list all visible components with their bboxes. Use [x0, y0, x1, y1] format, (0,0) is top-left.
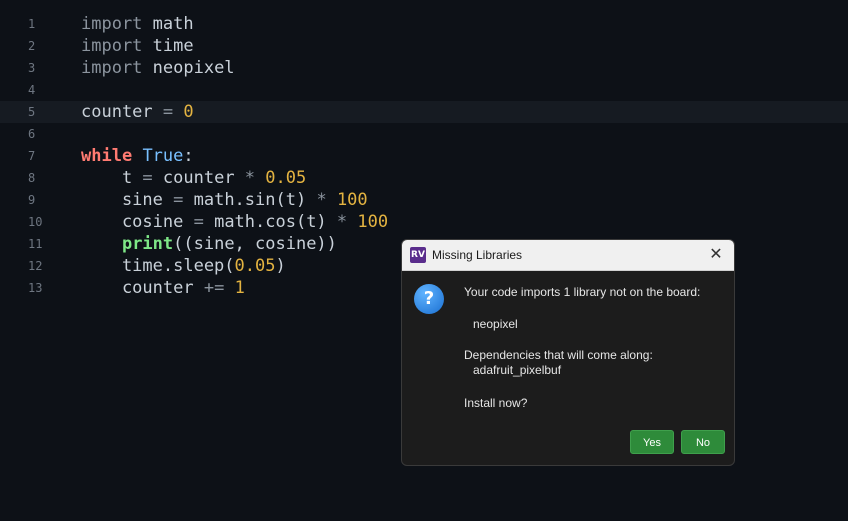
code-token: math.cos(t) — [203, 212, 337, 232]
code-token: import — [81, 36, 143, 56]
code-text[interactable]: import time — [81, 35, 194, 57]
app-logo-icon: RV — [410, 247, 426, 263]
code-token: math — [142, 14, 194, 34]
code-line[interactable]: 3 import neopixel — [0, 57, 848, 79]
dependencies-label: Dependencies that will come along: — [464, 348, 653, 362]
code-token: : — [183, 146, 194, 166]
code-token: 100 — [336, 190, 368, 210]
dependency-name: adafruit_pixelbuf — [473, 363, 562, 377]
code-token: 1 — [234, 278, 245, 298]
no-button[interactable]: No — [681, 430, 725, 454]
code-text[interactable]: import neopixel — [81, 57, 235, 79]
line-number: 12 — [28, 259, 43, 273]
code-line[interactable]: 1 import math — [0, 13, 848, 35]
code-token: neopixel — [142, 58, 235, 78]
code-line[interactable]: 10 cosine = math.cos(t) * 100 — [0, 211, 848, 233]
dialog-titlebar: RV Missing Libraries ✕ — [402, 240, 734, 271]
code-token: * — [316, 190, 327, 210]
line-number: 13 — [28, 281, 43, 295]
code-line[interactable]: 7 while True: — [0, 145, 848, 167]
code-text[interactable]: import math — [81, 13, 194, 35]
code-text[interactable]: counter = 0 — [81, 101, 194, 123]
code-token: sine — [81, 190, 174, 210]
code-token: counter — [81, 102, 163, 122]
code-token: counter — [81, 278, 204, 298]
code-line[interactable]: 8 t = counter * 0.05 — [0, 167, 848, 189]
line-number: 6 — [28, 127, 36, 141]
code-line[interactable]: 2 import time — [0, 35, 848, 57]
line-number: 8 — [28, 171, 36, 185]
code-token: True — [142, 146, 184, 166]
line-number: 11 — [28, 237, 43, 251]
code-token: import — [81, 14, 143, 34]
line-number: 2 — [28, 39, 36, 53]
dialog-title: Missing Libraries — [432, 248, 523, 262]
code-token: time.sleep( — [81, 256, 235, 276]
code-line[interactable]: 4 — [0, 79, 848, 101]
code-token: cosine — [81, 212, 194, 232]
code-token: 0.05 — [234, 256, 276, 276]
code-text[interactable]: t = counter * 0.05 — [81, 167, 306, 189]
code-token: counter — [152, 168, 245, 188]
code-token: print — [121, 234, 174, 254]
line-number: 9 — [28, 193, 36, 207]
line-number: 10 — [28, 215, 43, 229]
code-line[interactable]: 5 counter = 0 — [0, 101, 848, 123]
question-icon: ? — [414, 284, 444, 314]
code-token: t — [81, 168, 143, 188]
library-name: neopixel — [473, 317, 518, 331]
close-button[interactable]: ✕ — [698, 240, 734, 270]
code-token: time — [142, 36, 194, 56]
line-number: 1 — [28, 17, 36, 31]
missing-libraries-dialog: RV Missing Libraries ✕ ? Your code impor… — [401, 239, 735, 466]
code-text[interactable]: cosine = math.cos(t) * 100 — [81, 211, 388, 233]
code-token: ((sine, cosine)) — [173, 234, 337, 254]
code-text[interactable]: while True: — [81, 145, 194, 167]
code-token: import — [81, 58, 143, 78]
code-token: = — [173, 190, 184, 210]
code-token: ) — [275, 256, 286, 276]
code-token: * — [336, 212, 348, 232]
line-number: 3 — [28, 61, 36, 75]
code-text[interactable]: counter += 1 — [81, 277, 245, 299]
code-line[interactable]: 9 sine = math.sin(t) * 100 — [0, 189, 848, 211]
line-number: 7 — [28, 149, 36, 163]
code-line[interactable]: 6 — [0, 123, 848, 145]
code-token: 100 — [357, 212, 389, 232]
line-number: 5 — [28, 105, 36, 119]
line-number: 4 — [28, 83, 36, 97]
code-token: 0.05 — [265, 168, 307, 188]
install-question: Install now? — [464, 396, 528, 410]
yes-button[interactable]: Yes — [630, 430, 674, 454]
code-text[interactable]: time.sleep(0.05) — [81, 255, 286, 277]
message-line: Your code imports 1 library not on the b… — [464, 285, 701, 299]
code-token: 0 — [183, 102, 194, 122]
code-token: while — [81, 146, 133, 166]
code-token: = — [162, 102, 174, 122]
code-token: = — [142, 168, 153, 188]
code-token: += — [203, 278, 225, 298]
code-text[interactable]: sine = math.sin(t) * 100 — [81, 189, 368, 211]
code-text[interactable]: print((sine, cosine)) — [81, 233, 337, 255]
code-token: * — [244, 168, 256, 188]
code-token: = — [193, 212, 204, 232]
code-token: math.sin(t) — [183, 190, 317, 210]
